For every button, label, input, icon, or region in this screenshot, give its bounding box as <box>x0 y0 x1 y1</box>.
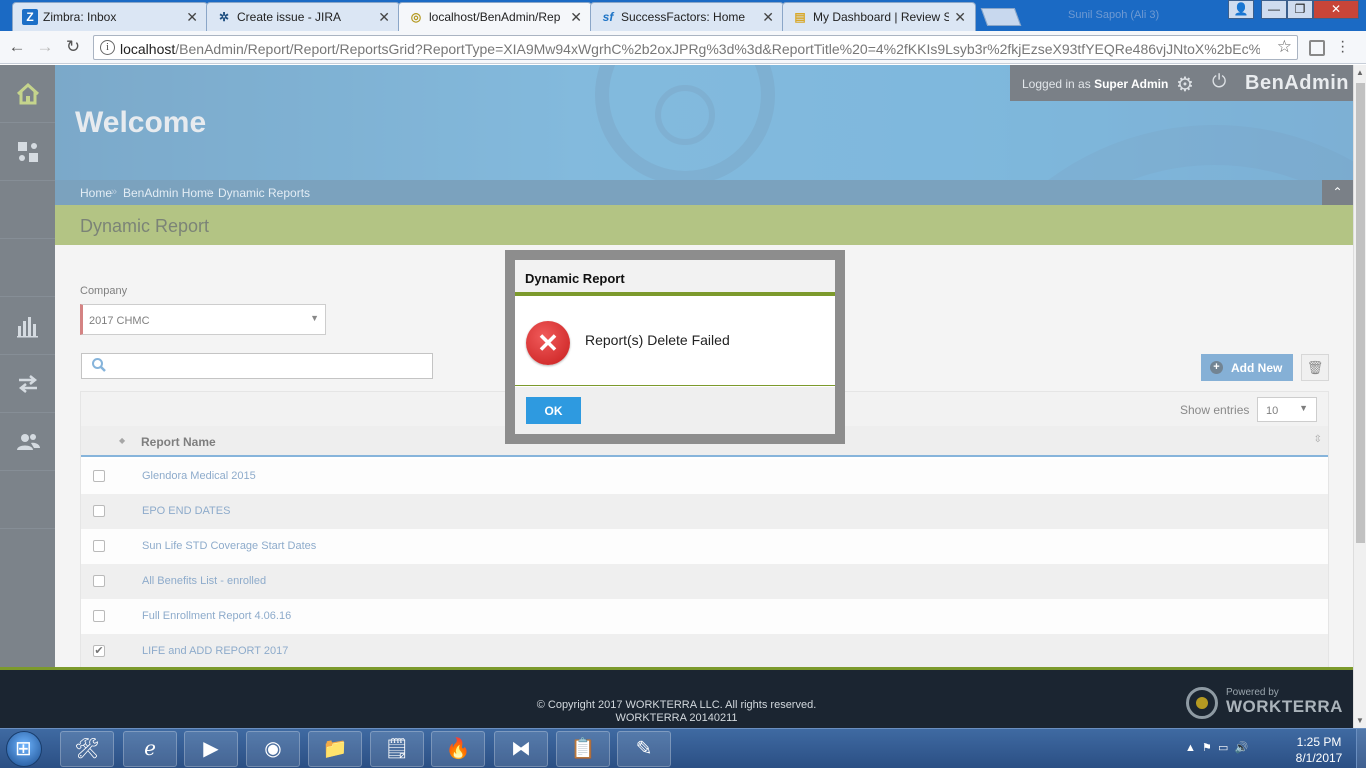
scroll-up-arrow-icon[interactable]: ▲ <box>1354 68 1366 77</box>
show-desktop-button[interactable] <box>1356 729 1366 768</box>
workterra-brand: WORKTERRA <box>1226 697 1343 716</box>
taskbar-clock[interactable]: 1:25 PM 8/1/2017 <box>1284 734 1354 766</box>
url-text[interactable]: localhost/BenAdmin/Report/Report/Reports… <box>120 41 1260 57</box>
dialog-body: ✕ Report(s) Delete Failed <box>515 300 835 386</box>
clock-date: 8/1/2017 <box>1295 751 1343 765</box>
new-tab-button[interactable] <box>980 8 1022 26</box>
url-host: localhost <box>120 41 176 57</box>
taskbar-media-player-icon[interactable]: ▶ <box>184 731 238 767</box>
page-footer: © Copyright 2017 WORKTERRA LLC. All righ… <box>0 667 1353 728</box>
tab-successfactors-home[interactable]: sf SuccessFactors: Home ✕ <box>590 2 784 31</box>
dialog-header: Dynamic Report <box>515 260 835 296</box>
reload-icon[interactable]: ↻ <box>63 37 83 57</box>
taskbar-notepad-icon[interactable]: ✎ <box>617 731 671 767</box>
error-dialog: Dynamic Report ✕ Report(s) Delete Failed… <box>515 260 835 434</box>
browser-toolbar: ← → ↻ i localhost/BenAdmin/Report/Report… <box>0 31 1366 64</box>
taskbar-ie-icon[interactable]: ℯ <box>123 731 177 767</box>
taskbar-clipboard-icon[interactable]: 📋 <box>556 731 610 767</box>
windows-taskbar: 🛠 ℯ ▶ ◉ 📁 🗒 🔥 ⧓ 📋 ✎ ▲ ⚑ ▭ 🔊 1:25 PM 8/1/… <box>0 728 1366 768</box>
build-version: WORKTERRA 20140211 <box>615 712 738 724</box>
close-tab-icon[interactable]: ✕ <box>186 9 198 25</box>
folder-icon: ▤ <box>794 10 806 24</box>
tab-title: localhost/BenAdmin/Rep <box>429 10 561 24</box>
browser-menu-icon[interactable]: · · · <box>1340 34 1345 60</box>
minimize-button[interactable]: — <box>1261 0 1287 19</box>
scroll-down-arrow-icon[interactable]: ▼ <box>1354 716 1366 725</box>
dialog-message: Report(s) Delete Failed <box>585 332 730 348</box>
system-tray-icons[interactable]: ▲ ⚑ ▭ 🔊 <box>1185 741 1248 754</box>
tab-my-dashboard[interactable]: ▤ My Dashboard | Review S ✕ <box>782 2 976 31</box>
workterra-logo-icon <box>1186 687 1218 719</box>
start-button[interactable] <box>6 731 42 767</box>
tab-jira-create-issue[interactable]: ✲ Create issue - JIRA ✕ <box>206 2 400 31</box>
successfactors-icon: sf <box>602 10 614 24</box>
close-tab-icon[interactable]: ✕ <box>954 9 966 25</box>
taskbar-explorer-icon[interactable]: 📁 <box>308 731 362 767</box>
taskbar-visual-studio-icon[interactable]: ⧓ <box>494 731 548 767</box>
taskbar-tools-icon[interactable]: 🛠 <box>60 731 114 767</box>
ok-button[interactable]: OK <box>526 397 581 424</box>
tab-benadmin-reports[interactable]: ◎ localhost/BenAdmin/Rep ✕ <box>398 2 592 31</box>
clock-time: 1:25 PM <box>1296 735 1342 749</box>
taskbar-firefox-icon[interactable]: 🔥 <box>431 731 485 767</box>
copyright-text: © Copyright 2017 WORKTERRA LLC. All righ… <box>536 699 817 711</box>
forward-arrow-icon[interactable]: → <box>35 37 55 57</box>
extension-icon[interactable] <box>1309 40 1325 56</box>
error-icon: ✕ <box>526 321 570 365</box>
close-tab-icon[interactable]: ✕ <box>378 9 390 25</box>
close-tab-icon[interactable]: ✕ <box>762 9 774 25</box>
address-bar[interactable]: i localhost/BenAdmin/Report/Report/Repor… <box>93 35 1298 60</box>
info-icon[interactable]: i <box>100 40 115 55</box>
tab-title: My Dashboard | Review S <box>813 10 949 24</box>
browser-tab-strip: Z Zimbra: Inbox ✕ ✲ Create issue - JIRA … <box>0 0 1366 31</box>
bookmark-star-icon[interactable]: ☆ <box>1277 37 1292 57</box>
tab-title: SuccessFactors: Home <box>621 10 746 24</box>
dialog-footer: OK <box>515 387 835 434</box>
taskbar-sticky-notes-icon[interactable]: 🗒 <box>370 731 424 767</box>
benadmin-icon: ◎ <box>410 10 422 24</box>
maximize-button[interactable]: ❐ <box>1287 0 1313 19</box>
page-scrollbar[interactable]: ▲ ▼ <box>1353 65 1366 728</box>
dialog-title: Dynamic Report <box>525 271 625 286</box>
close-tab-icon[interactable]: ✕ <box>570 9 582 25</box>
zimbra-icon: Z <box>22 9 38 25</box>
back-arrow-icon[interactable]: ← <box>7 37 27 57</box>
tab-zimbra-inbox[interactable]: Z Zimbra: Inbox ✕ <box>12 2 208 31</box>
taskbar-chrome-icon[interactable]: ◉ <box>246 731 300 767</box>
profile-name[interactable]: Sunil Sapoh (Ali 3) <box>1068 9 1159 21</box>
dialog-frame: Dynamic Report ✕ Report(s) Delete Failed… <box>505 250 845 444</box>
tab-title: Zimbra: Inbox <box>43 10 117 24</box>
tab-title: Create issue - JIRA <box>237 10 342 24</box>
jira-icon: ✲ <box>218 10 230 24</box>
profile-icon[interactable]: 👤 <box>1228 0 1254 19</box>
url-path: /BenAdmin/Report/Report/ReportsGrid?Repo… <box>175 41 1260 57</box>
benadmin-page: Welcome Logged in as Super Admin ⚙ ⏻ Ben… <box>0 65 1353 728</box>
close-window-button[interactable]: ✕ <box>1313 0 1359 19</box>
scrollbar-thumb[interactable] <box>1356 83 1365 543</box>
